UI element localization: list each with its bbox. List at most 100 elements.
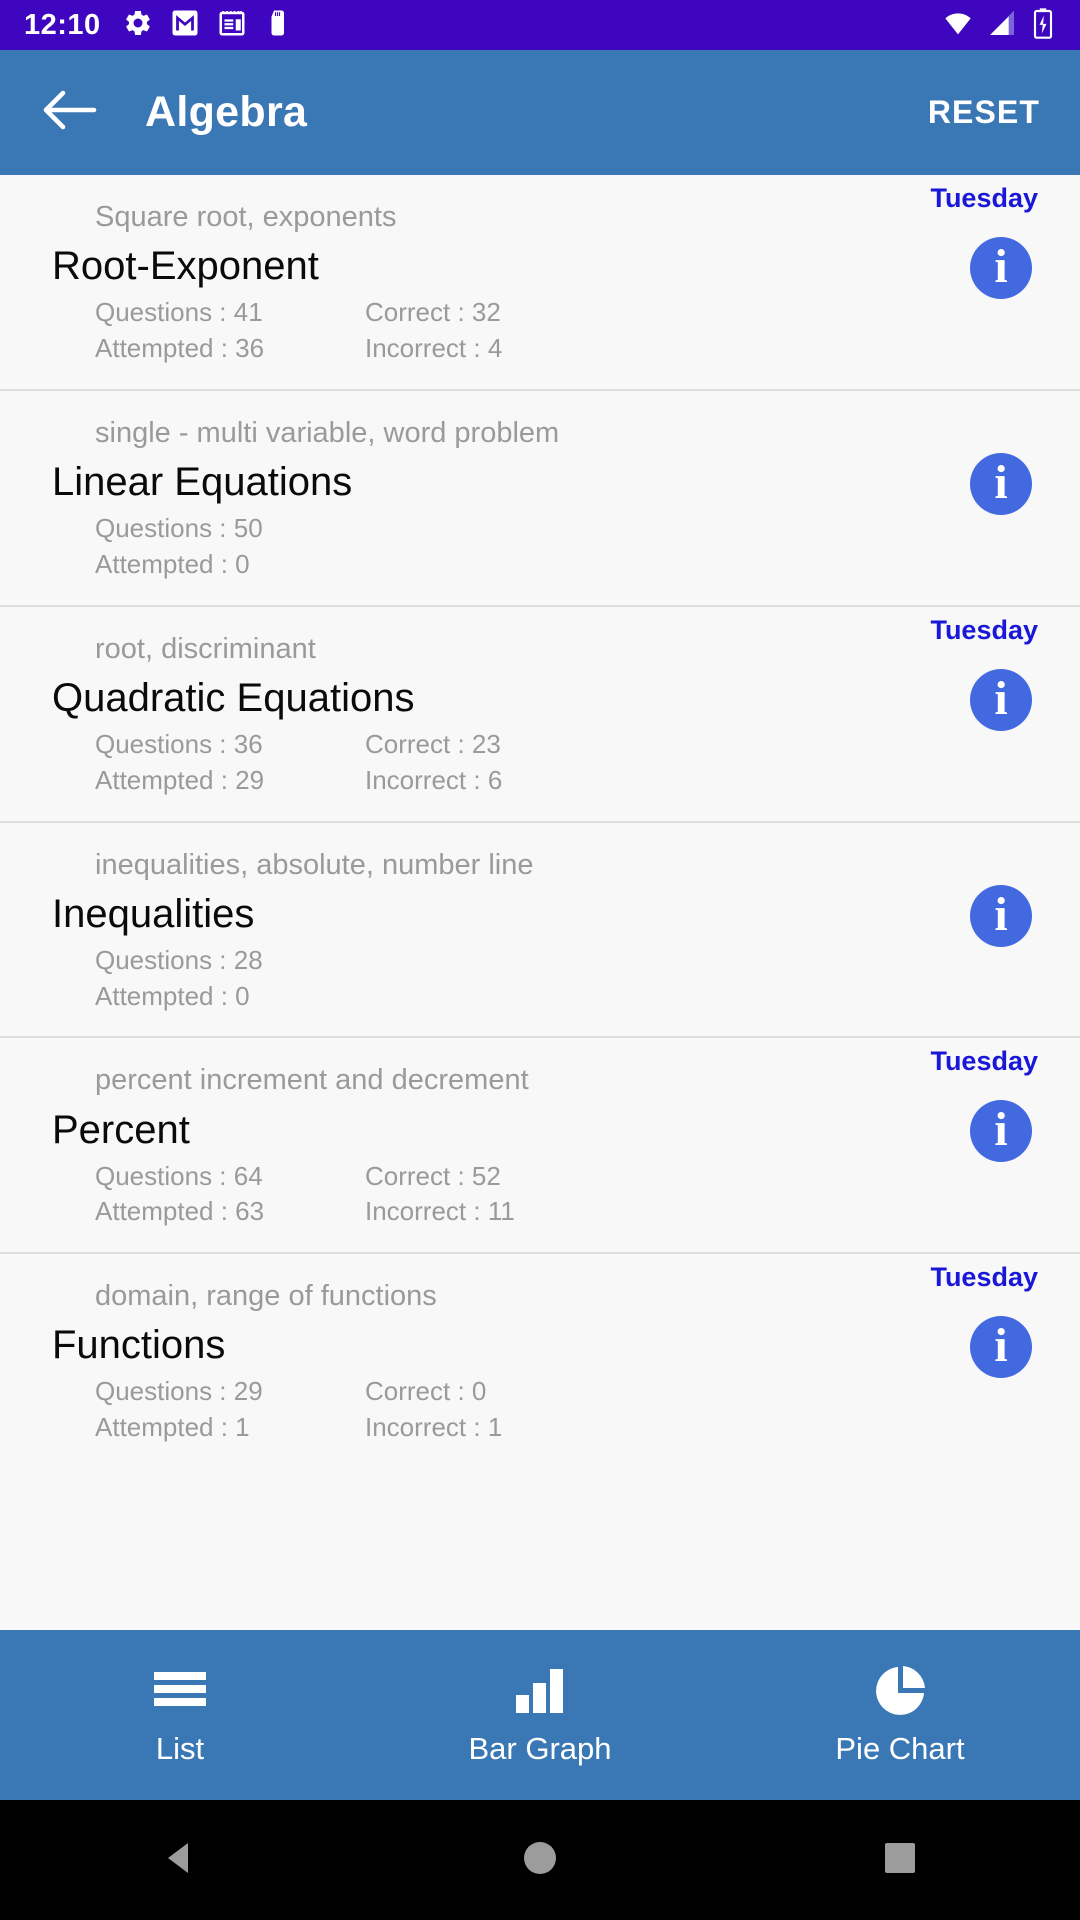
info-button[interactable]: i [970,452,1032,515]
wifi-icon [942,7,974,44]
system-back-button[interactable] [80,1836,280,1885]
attempted-value: Attempted : 29 [95,764,265,795]
stats-row-attempted: Attempted : 29 Incorrect : 6 [95,763,1080,799]
info-button[interactable]: i [970,237,1032,299]
tab-list-label: List [155,1731,205,1766]
reset-button[interactable]: RESET [918,80,1050,145]
app-bar: Algebra RESET [0,50,1080,175]
battery-charging-icon [1030,7,1056,44]
back-button[interactable] [30,75,106,151]
questions-value: Questions : 41 [95,297,263,328]
day-badge: Tuesday [930,183,1038,213]
questions-value: Questions : 64 [95,1160,263,1191]
topic-title: Linear Equations [52,459,353,504]
pie-chart-icon [873,1663,927,1719]
circle-home-icon [518,1836,562,1885]
correct-value: Correct : 0 [365,1376,487,1407]
triangle-back-icon [158,1836,202,1885]
sd-card-icon [264,8,294,43]
tab-bar-graph-label: Bar Graph [468,1731,612,1766]
tab-list[interactable]: List [0,1630,360,1800]
day-badge: Tuesday [930,1046,1038,1077]
topic-stats: Questions : 28 Attempted : 0 [95,943,1080,1015]
table-row[interactable]: i single - multi variable, word problem … [0,391,1080,607]
topic-stats: Questions : 36 Correct : 23 Attempted : … [95,727,1080,799]
topic-subtitle: inequalities, absolute, number line [95,848,534,881]
stats-row-questions: Questions : 64 Correct : 52 [95,1159,1080,1195]
stats-row-questions: Questions : 41 Correct : 32 [95,295,1080,331]
system-recents-button[interactable] [800,1836,1000,1885]
signal-icon [986,7,1018,44]
table-row[interactable]: Tuesday i Square root, exponents Root-Ex… [0,175,1080,391]
status-bar-notification-icons [123,8,294,43]
info-icon: i [994,455,1008,509]
system-home-button[interactable] [440,1836,640,1885]
attempted-value: Attempted : 63 [95,1196,265,1227]
correct-value: Correct : 23 [365,728,501,759]
info-button[interactable]: i [970,1100,1032,1163]
questions-value: Questions : 36 [95,728,263,759]
stats-row-questions: Questions : 36 Correct : 23 [95,727,1080,763]
topic-list[interactable]: Tuesday i Square root, exponents Root-Ex… [0,175,1080,1750]
info-icon: i [994,240,1008,293]
attempted-value: Attempted : 0 [95,980,250,1011]
tab-pie-chart[interactable]: Pie Chart [720,1630,1080,1800]
tab-pie-chart-label: Pie Chart [835,1731,965,1766]
topic-stats: Questions : 41 Correct : 32 Attempted : … [95,295,1080,367]
square-recents-icon [878,1836,922,1885]
day-badge: Tuesday [930,614,1038,645]
status-bar-clock: 12:10 [24,8,101,41]
settings-gear-icon [123,8,153,43]
questions-value: Questions : 28 [95,944,263,975]
attempted-value: Attempted : 1 [95,1412,250,1443]
table-row[interactable]: Tuesday i percent increment and decremen… [0,1038,1080,1255]
status-bar-system-icons [942,7,1056,44]
stats-row-attempted: Attempted : 0 [95,547,1080,583]
list-icon [152,1663,208,1719]
topic-title: Inequalities [52,891,255,936]
topic-title: Quadratic Equations [52,675,415,720]
table-row[interactable]: Tuesday i domain, range of functions Fun… [0,1254,1080,1468]
info-icon: i [994,1103,1008,1157]
topic-subtitle: single - multi variable, word problem [95,416,560,449]
stats-row-questions: Questions : 50 [95,511,1080,547]
tab-bar-graph[interactable]: Bar Graph [360,1630,720,1800]
info-button[interactable]: i [970,668,1032,731]
questions-value: Questions : 50 [95,512,263,543]
stats-row-attempted: Attempted : 0 [95,979,1080,1015]
stats-row-attempted: Attempted : 63 Incorrect : 11 [95,1194,1080,1230]
topic-stats: Questions : 50 Attempted : 0 [95,511,1080,583]
status-bar: 12:10 [0,0,1080,50]
info-icon: i [994,671,1008,725]
stats-row-questions: Questions : 28 [95,943,1080,979]
topic-stats: Questions : 64 Correct : 52 Attempted : … [95,1159,1080,1231]
bar-graph-icon [512,1663,568,1719]
stats-row-questions: Questions : 29 Correct : 0 [95,1374,1080,1410]
info-button[interactable]: i [970,1316,1032,1379]
app-root: 12:10 Algebra RESET Tuesday i Square roo… [0,0,1080,1920]
attempted-value: Attempted : 0 [95,548,250,579]
stats-row-attempted: Attempted : 1 Incorrect : 1 [95,1410,1080,1446]
system-navigation-bar [0,1800,1080,1920]
calendar-icon [217,8,247,43]
info-icon: i [994,887,1008,941]
topic-title: Root-Exponent [52,244,319,289]
bottom-navigation: List Bar Graph Pie Chart [0,1630,1080,1800]
topic-stats: Questions : 29 Correct : 0 Attempted : 1… [95,1374,1080,1446]
incorrect-value: Incorrect : 4 [365,332,503,363]
page-title: Algebra [145,88,308,136]
incorrect-value: Incorrect : 11 [365,1196,515,1227]
topic-title: Percent [52,1107,190,1152]
table-row[interactable]: i inequalities, absolute, number line In… [0,823,1080,1039]
gmail-icon [170,8,200,43]
info-icon: i [994,1319,1008,1373]
arrow-left-icon [39,87,97,138]
questions-value: Questions : 29 [95,1376,263,1407]
day-badge: Tuesday [930,1262,1038,1293]
incorrect-value: Incorrect : 6 [365,764,503,795]
info-button[interactable]: i [970,884,1032,947]
table-row[interactable]: Tuesday i root, discriminant Quadratic E… [0,607,1080,823]
incorrect-value: Incorrect : 1 [365,1412,503,1443]
stats-row-attempted: Attempted : 36 Incorrect : 4 [95,331,1080,367]
attempted-value: Attempted : 36 [95,332,265,363]
